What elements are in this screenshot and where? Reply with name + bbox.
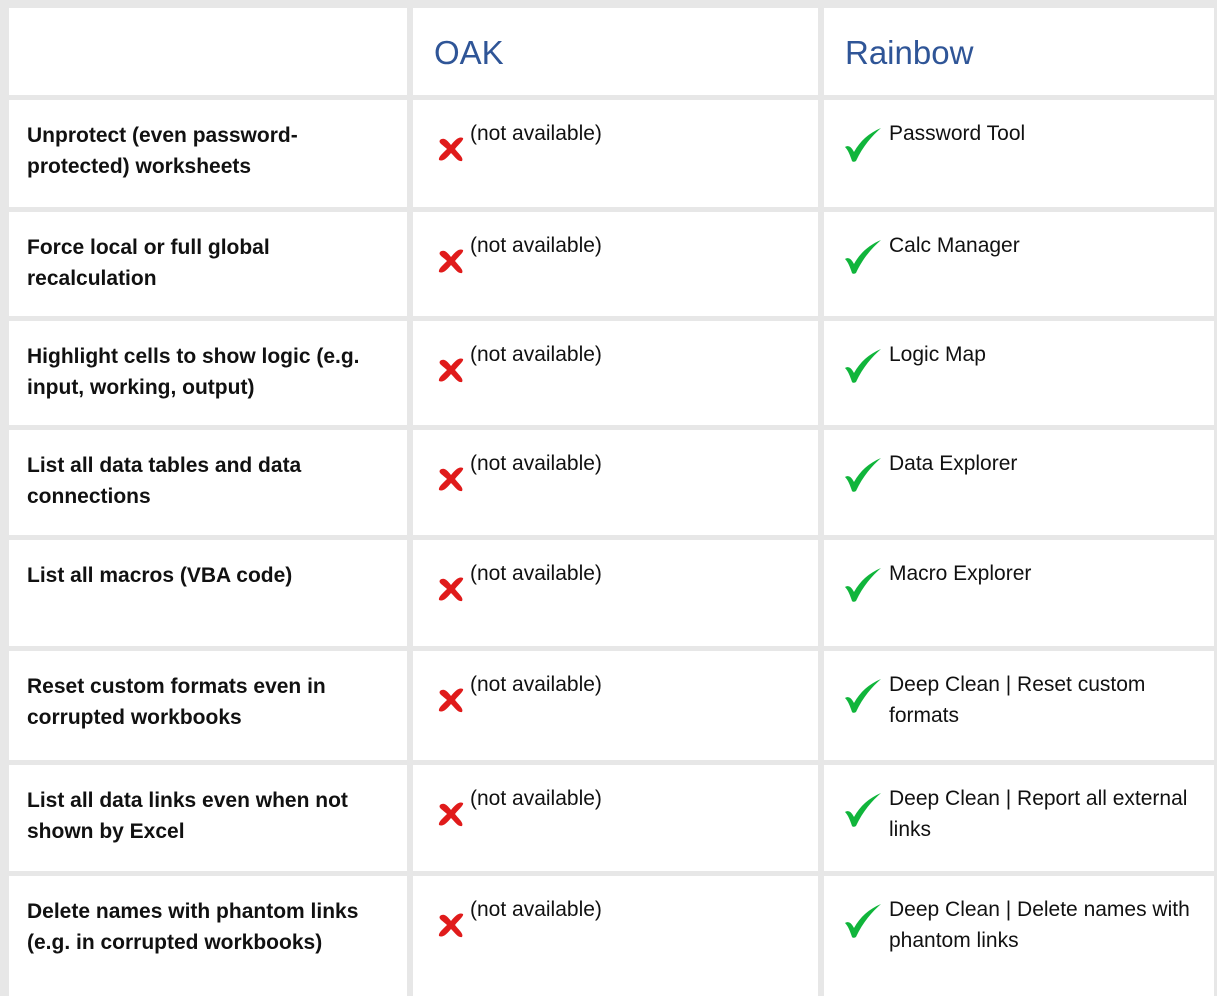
oak-cell-8: (not available) xyxy=(413,876,818,996)
oak-status-text: (not available) xyxy=(470,787,602,810)
oak-cell-4: (not available) xyxy=(413,430,818,535)
oak-status-text: (not available) xyxy=(470,898,602,921)
rainbow-cell-7: Deep Clean | Report all external links xyxy=(824,765,1214,871)
checkmark-icon xyxy=(845,458,881,492)
rainbow-tool-text: Deep Clean | Report all external links xyxy=(889,787,1188,841)
oak-cell-7: (not available) xyxy=(413,765,818,871)
feature-label: List all macros (VBA code) xyxy=(27,564,293,587)
oak-cell-2: (not available) xyxy=(413,212,818,316)
feature-label: Unprotect (even password-protected) work… xyxy=(27,124,298,178)
cross-icon xyxy=(438,358,464,383)
header-rainbow: Rainbow xyxy=(845,34,974,71)
oak-cell-6: (not available) xyxy=(413,651,818,760)
checkmark-icon xyxy=(845,568,881,602)
feature-cell-2: Force local or full global recalculation xyxy=(9,212,407,316)
oak-status-text: (not available) xyxy=(470,343,602,366)
cross-icon xyxy=(438,802,464,827)
checkmark-icon xyxy=(845,679,881,713)
feature-label: List all data tables and data connection… xyxy=(27,454,302,508)
feature-cell-8: Delete names with phantom links (e.g. in… xyxy=(9,876,407,996)
feature-cell-7: List all data links even when not shown … xyxy=(9,765,407,871)
rainbow-tool-text: Deep Clean | Reset custom formats xyxy=(889,673,1146,727)
cross-icon xyxy=(438,688,464,713)
oak-status-text: (not available) xyxy=(470,452,602,475)
header-rainbow-cell: Rainbow xyxy=(824,8,1214,95)
rainbow-cell-6: Deep Clean | Reset custom formats xyxy=(824,651,1214,760)
oak-cell-3: (not available) xyxy=(413,321,818,425)
feature-cell-3: Highlight cells to show logic (e.g. inpu… xyxy=(9,321,407,425)
cross-icon xyxy=(438,467,464,492)
comparison-table: OAK Rainbow Unprotect (even password-pro… xyxy=(9,8,1214,996)
oak-status-text: (not available) xyxy=(470,562,602,585)
oak-status-text: (not available) xyxy=(470,122,602,145)
rainbow-tool-text: Password Tool xyxy=(889,122,1026,145)
feature-cell-5: List all macros (VBA code) xyxy=(9,540,407,646)
rainbow-cell-5: Macro Explorer xyxy=(824,540,1214,646)
rainbow-cell-4: Data Explorer xyxy=(824,430,1214,535)
checkmark-icon xyxy=(845,128,881,162)
feature-label: Highlight cells to show logic (e.g. inpu… xyxy=(27,345,360,399)
rainbow-cell-3: Logic Map xyxy=(824,321,1214,425)
oak-cell-5: (not available) xyxy=(413,540,818,646)
rainbow-tool-text: Calc Manager xyxy=(889,234,1020,257)
cross-icon xyxy=(438,137,464,162)
checkmark-icon xyxy=(845,904,881,938)
rainbow-cell-1: Password Tool xyxy=(824,100,1214,207)
checkmark-icon xyxy=(845,793,881,827)
cross-icon xyxy=(438,913,464,938)
header-empty-cell xyxy=(9,8,407,95)
header-oak: OAK xyxy=(434,34,504,71)
rainbow-tool-text: Data Explorer xyxy=(889,452,1018,475)
rainbow-tool-text: Macro Explorer xyxy=(889,562,1032,585)
feature-label: Force local or full global recalculation xyxy=(27,236,270,290)
header-oak-cell: OAK xyxy=(413,8,818,95)
rainbow-cell-8: Deep Clean | Delete names with phantom l… xyxy=(824,876,1214,996)
checkmark-icon xyxy=(845,240,881,274)
oak-status-text: (not available) xyxy=(470,234,602,257)
feature-label: Reset custom formats even in corrupted w… xyxy=(27,675,326,729)
rainbow-tool-text: Logic Map xyxy=(889,343,986,366)
oak-status-text: (not available) xyxy=(470,673,602,696)
rainbow-cell-2: Calc Manager xyxy=(824,212,1214,316)
oak-cell-1: (not available) xyxy=(413,100,818,207)
feature-label: List all data links even when not shown … xyxy=(27,789,348,843)
feature-cell-1: Unprotect (even password-protected) work… xyxy=(9,100,407,207)
feature-cell-6: Reset custom formats even in corrupted w… xyxy=(9,651,407,760)
cross-icon xyxy=(438,577,464,602)
feature-cell-4: List all data tables and data connection… xyxy=(9,430,407,535)
checkmark-icon xyxy=(845,349,881,383)
cross-icon xyxy=(438,249,464,274)
feature-label: Delete names with phantom links (e.g. in… xyxy=(27,900,359,954)
rainbow-tool-text: Deep Clean | Delete names with phantom l… xyxy=(889,898,1190,952)
